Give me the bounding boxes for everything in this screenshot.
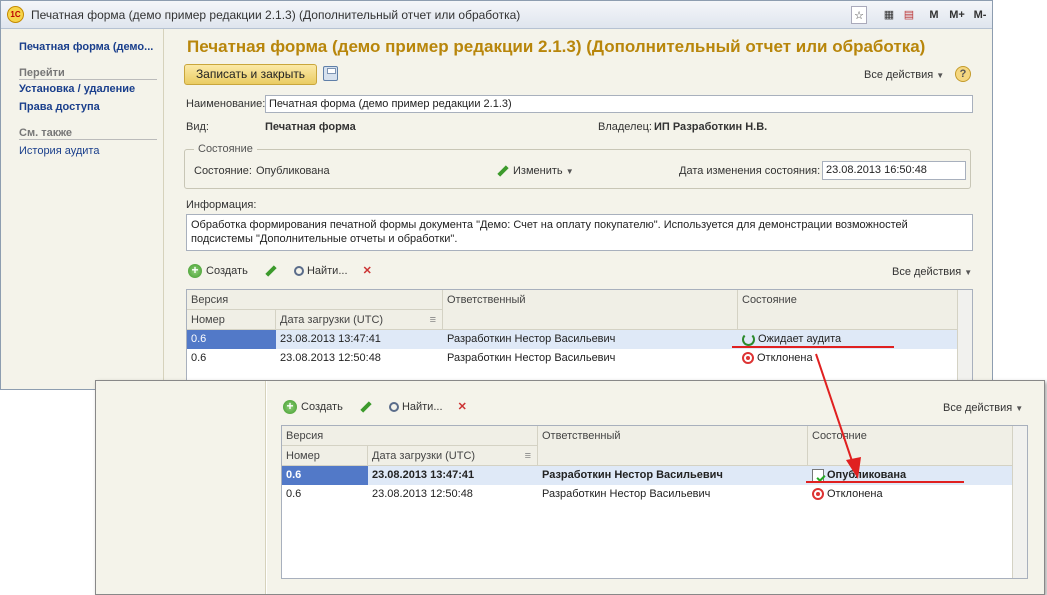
app-logo-icon: 1С xyxy=(7,6,24,23)
sidebar-goto-header: Перейти xyxy=(19,67,157,80)
cell-responsible: Разработкин Нестор Васильевич xyxy=(542,469,723,481)
memory-plus-button[interactable]: M+ xyxy=(947,6,967,24)
zoom-form-area: + Создать Найти... ✕ Все действия ▼ Верси… xyxy=(267,381,1044,594)
filter-icon[interactable]: ≡ xyxy=(430,310,436,329)
sidebar-see-also-header: См. также xyxy=(19,127,157,140)
main-window: 1С Печатная форма (демо пример редакции … xyxy=(0,0,993,390)
column-date[interactable]: Дата загрузки (UTC) ≡ xyxy=(368,446,538,466)
cell-responsible: Разработкин Нестор Васильевич xyxy=(542,488,711,500)
column-number[interactable]: Номер xyxy=(187,310,276,330)
column-date[interactable]: Дата загрузки (UTC) ≡ xyxy=(276,310,443,330)
search-icon xyxy=(293,266,304,276)
zoom-inset: + Создать Найти... ✕ Все действия ▼ Верси… xyxy=(95,380,1045,595)
edit-button[interactable] xyxy=(265,265,281,277)
kind-label: Вид: xyxy=(186,121,209,133)
find-button[interactable]: Найти... xyxy=(293,265,348,277)
clear-search-icon: ✕ xyxy=(362,265,372,277)
pencil-icon xyxy=(265,265,277,277)
zoom-find-button[interactable]: Найти... xyxy=(388,401,443,413)
all-actions-menu[interactable]: Все действия ▼ xyxy=(864,69,944,81)
info-label: Информация: xyxy=(186,199,257,211)
cell-number: 0.6 xyxy=(286,488,302,500)
pencil-icon xyxy=(360,401,372,413)
table-row[interactable]: 0.6 23.08.2013 12:50:48 Разработкин Нест… xyxy=(282,485,1013,504)
owner-label: Владелец: xyxy=(598,121,652,133)
cell-date: 23.08.2013 13:47:41 xyxy=(280,333,381,345)
name-field[interactable]: Печатная форма (демо пример редакции 2.1… xyxy=(265,95,973,113)
sidebar: Печатная форма (демо... Перейти Установк… xyxy=(1,29,164,389)
table-scrollbar[interactable] xyxy=(957,290,972,389)
column-number[interactable]: Номер xyxy=(282,446,368,466)
sidebar-item-install[interactable]: Установка / удаление xyxy=(19,83,135,95)
column-responsible[interactable]: Ответственный xyxy=(443,290,738,330)
zoom-toolbar: + Создать Найти... ✕ xyxy=(283,400,470,414)
state-group-title: Состояние xyxy=(194,143,257,155)
kind-value[interactable]: Печатная форма xyxy=(265,121,356,133)
calendar-icon[interactable]: ▤ xyxy=(901,6,917,24)
window-title: Печатная форма (демо пример редакции 2.1… xyxy=(31,8,521,22)
cell-date: 23.08.2013 12:50:48 xyxy=(280,352,381,364)
favorite-icon[interactable]: ☆ xyxy=(851,6,867,24)
cell-responsible: Разработкин Нестор Васильевич xyxy=(447,352,616,364)
column-responsible[interactable]: Ответственный xyxy=(538,426,808,466)
zoom-all-actions-menu[interactable]: Все действия ▼ xyxy=(943,402,1023,414)
help-icon[interactable]: ? xyxy=(955,66,971,82)
zoom-table-scrollbar[interactable] xyxy=(1012,426,1027,578)
column-group-version: Версия xyxy=(282,426,538,446)
table-all-actions-menu[interactable]: Все действия ▼ xyxy=(892,266,972,278)
zoom-sidebar xyxy=(96,381,266,594)
zoom-edit-button[interactable] xyxy=(360,401,376,413)
title-bar: 1С Печатная форма (демо пример редакции … xyxy=(1,1,992,29)
zoom-create-button[interactable]: + Создать xyxy=(283,400,343,414)
stop-icon xyxy=(742,352,754,365)
cell-number: 0.6 xyxy=(187,330,276,349)
sidebar-item-audit-history[interactable]: История аудита xyxy=(19,145,99,157)
zoom-clear-search-button[interactable]: ✕ xyxy=(458,401,470,413)
plus-icon: + xyxy=(188,264,202,278)
state-date-field[interactable]: 23.08.2013 16:50:48 xyxy=(822,161,966,180)
column-group-version: Версия xyxy=(187,290,443,310)
name-label: Наименование: xyxy=(186,98,266,110)
filter-icon[interactable]: ≡ xyxy=(525,446,531,465)
cell-date: 23.08.2013 13:47:41 xyxy=(372,469,475,481)
memory-button[interactable]: M xyxy=(927,6,941,24)
sidebar-item-access[interactable]: Права доступа xyxy=(19,101,100,113)
cell-date: 23.08.2013 12:50:48 xyxy=(372,488,473,500)
pencil-icon xyxy=(497,165,509,177)
memory-minus-button[interactable]: M- xyxy=(971,6,989,24)
search-icon xyxy=(388,402,399,412)
cell-number: 0.6 xyxy=(282,466,368,485)
cell-number: 0.6 xyxy=(191,352,207,364)
refresh-icon xyxy=(742,332,755,346)
owner-value[interactable]: ИП Разработкин Н.В. xyxy=(654,121,767,133)
column-state[interactable]: Состояние xyxy=(738,290,958,330)
info-textarea[interactable]: Обработка формирования печатной формы до… xyxy=(186,214,973,251)
zoom-versions-table: Версия Номер Дата загрузки (UTC) ≡ Ответс… xyxy=(281,425,1028,579)
clear-search-button[interactable]: ✕ xyxy=(363,265,375,277)
page-title: Печатная форма (демо пример редакции 2.1… xyxy=(187,37,926,56)
state-label: Состояние: xyxy=(194,165,252,177)
clear-search-icon: ✕ xyxy=(457,401,467,413)
sidebar-current[interactable]: Печатная форма (демо... xyxy=(19,41,153,53)
create-button[interactable]: + Создать xyxy=(188,264,248,278)
save-icon[interactable] xyxy=(323,66,338,81)
change-state-button[interactable]: Изменить ▼ xyxy=(497,165,574,177)
form-area: Печатная форма (демо пример редакции 2.1… xyxy=(174,29,989,389)
versions-toolbar: + Создать Найти... ✕ xyxy=(188,264,375,278)
annotation-arrow xyxy=(815,353,861,479)
state-date-label: Дата изменения состояния: xyxy=(679,165,821,177)
state-value: Опубликована xyxy=(256,165,330,177)
calculator-icon[interactable]: ▦ xyxy=(881,6,897,24)
plus-icon: + xyxy=(283,400,297,414)
save-close-button[interactable]: Записать и закрыть xyxy=(184,64,317,85)
cell-responsible: Разработкин Нестор Васильевич xyxy=(447,333,616,345)
